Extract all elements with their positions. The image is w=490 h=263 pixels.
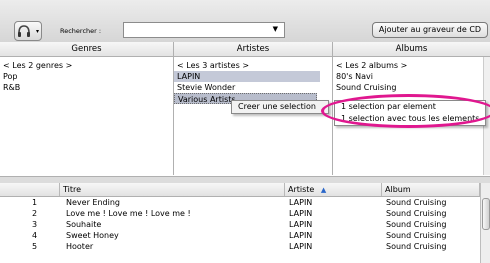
artists-header[interactable]: Artistes [174, 42, 333, 57]
title-column-header[interactable]: Titre [60, 183, 285, 196]
sort-ascending-icon: ▲ [320, 186, 327, 194]
track-number: 1 [32, 198, 38, 207]
album-item[interactable]: 80's Navi [333, 71, 483, 82]
dropdown-arrow-icon[interactable]: ▼ [273, 25, 278, 33]
track-title: Souhaite [66, 220, 102, 229]
chevron-down-icon: ▾ [35, 28, 39, 35]
track-number: 5 [32, 242, 38, 251]
album-item[interactable]: < Les 2 albums > [333, 60, 483, 71]
genre-item[interactable]: Pop [0, 71, 173, 82]
context-menu: Creer une selection [231, 100, 329, 114]
track-album: Sound Cruising [386, 220, 447, 229]
track-artist: LAPIN [289, 198, 313, 207]
artist-item[interactable]: LAPIN [174, 71, 320, 82]
add-to-cd-burner-button[interactable]: Ajouter au graveur de CD [372, 22, 488, 38]
table-row[interactable]: 5 Hooter LAPIN Sound Cruising [0, 241, 480, 252]
table-row[interactable]: 2 Love me ! Love me ! Love me ! LAPIN So… [0, 208, 480, 219]
track-number: 2 [32, 209, 38, 218]
track-artist: LAPIN [289, 242, 313, 251]
table-row[interactable]: 3 Souhaite LAPIN Sound Cruising [0, 219, 480, 230]
genres-header[interactable]: Genres [0, 42, 174, 57]
track-artist: LAPIN [289, 231, 313, 240]
create-selection-menu-item[interactable]: Creer une selection [232, 101, 328, 113]
highlight-annotation [321, 94, 490, 128]
album-column-header[interactable]: Album [382, 183, 480, 196]
search-label: Rechercher : [60, 27, 102, 35]
track-title: Sweet Honey [66, 231, 119, 240]
track-number: 3 [32, 220, 38, 229]
artist-column-header[interactable]: Artiste ▲ [285, 183, 382, 196]
headphones-icon [18, 25, 30, 37]
genre-item[interactable]: < Les 2 genres > [0, 60, 173, 71]
artists-pane: < Les 3 artistes > LAPIN Stevie Wonder V… [174, 57, 333, 175]
genres-pane: < Les 2 genres > Pop R&B [0, 57, 174, 175]
artist-column-label: Artiste [288, 185, 315, 194]
toolbar: ▾ Rechercher : ▼ Ajouter au graveur de C… [0, 0, 490, 43]
album-item[interactable]: Sound Cruising [333, 82, 483, 93]
artist-item[interactable]: Stevie Wonder [174, 82, 332, 93]
track-album: Sound Cruising [386, 198, 447, 207]
albums-header[interactable]: Albums [333, 42, 490, 57]
track-title: Hooter [66, 242, 94, 251]
track-list-header: Titre Artiste ▲ Album [0, 183, 490, 197]
track-album: Sound Cruising [386, 231, 447, 240]
genre-item[interactable]: R&B [0, 82, 173, 93]
track-number: 4 [32, 231, 38, 240]
track-album: Sound Cruising [386, 209, 447, 218]
track-artist: LAPIN [289, 220, 313, 229]
track-artist: LAPIN [289, 209, 313, 218]
number-column-header[interactable] [0, 183, 60, 196]
table-row[interactable]: 4 Sweet Honey LAPIN Sound Cruising [0, 230, 480, 241]
search-input[interactable]: ▼ [123, 22, 285, 38]
artist-item[interactable]: < Les 3 artistes > [174, 60, 332, 71]
table-row[interactable]: 1 Never Ending LAPIN Sound Cruising [0, 197, 480, 208]
scrollbar-thumb[interactable] [482, 198, 490, 230]
track-album: Sound Cruising [386, 242, 447, 251]
track-title: Never Ending [66, 198, 120, 207]
source-menu-button[interactable]: ▾ [14, 21, 42, 41]
track-title: Love me ! Love me ! Love me ! [66, 209, 191, 218]
